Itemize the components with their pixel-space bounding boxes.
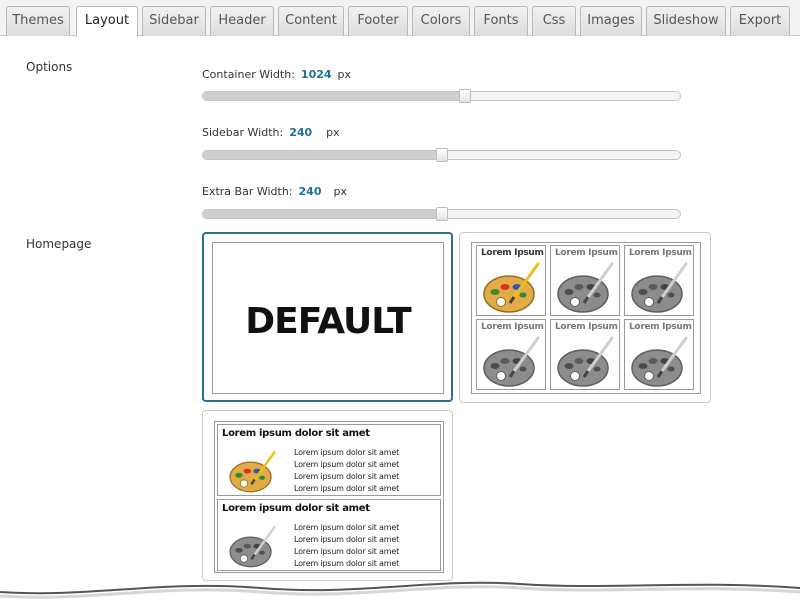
palette-gray-icon [631, 336, 688, 387]
list-row-line: Lorem ipsum dolor sit amet [294, 559, 400, 568]
slider-handle[interactable] [436, 207, 448, 221]
extra-bar-width-slider[interactable] [202, 207, 681, 221]
list-row-line: Lorem ipsum dolor sit amet [294, 472, 400, 481]
tab-slideshow[interactable]: Slideshow [646, 6, 726, 36]
default-layout-label: DEFAULT [245, 301, 411, 342]
sidebar-width-unit: px [326, 126, 340, 139]
list-row-title: Lorem ipsum dolor sit amet [222, 428, 370, 439]
tab-content[interactable]: Content [278, 6, 344, 36]
grid-cell: Lorem Ipsum [476, 319, 546, 390]
list-row: Lorem ipsum dolor sit amet Lorem ipsum d… [217, 424, 441, 496]
options-section-label: Options [26, 60, 73, 74]
list-row-line: Lorem ipsum dolor sit amet [294, 448, 400, 457]
palette-color-icon [483, 262, 540, 313]
list-row-line: Lorem ipsum dolor sit amet [294, 484, 400, 493]
tab-bar: Themes Layout Sidebar Header Content Foo… [0, 0, 800, 37]
sidebar-width-slider[interactable] [202, 148, 681, 162]
tab-themes[interactable]: Themes [6, 6, 70, 36]
tab-sidebar[interactable]: Sidebar [142, 6, 206, 36]
grid-layout-preview: Lorem Ipsum Lorem Ipsum Lorem Ipsum Lore… [471, 242, 701, 394]
container-width-field: Container Width: 1024 px [202, 68, 351, 81]
tab-header[interactable]: Header [210, 6, 274, 36]
slider-handle[interactable] [459, 89, 471, 103]
grid-cell-title: Lorem Ipsum [629, 248, 692, 258]
tab-layout[interactable]: Layout [76, 6, 138, 37]
grid-cell: Lorem Ipsum [624, 245, 694, 316]
palette-color-icon [229, 451, 276, 493]
grid-cell-title: Lorem Ipsum [555, 248, 618, 258]
default-layout-preview: DEFAULT [212, 242, 444, 394]
torn-edge-decoration [0, 581, 800, 608]
tab-colors[interactable]: Colors [412, 6, 470, 36]
slider-fill [203, 210, 442, 218]
grid-layout-option[interactable]: Lorem Ipsum Lorem Ipsum Lorem Ipsum Lore… [459, 232, 711, 403]
layout-settings-panel: Themes Layout Sidebar Header Content Foo… [0, 0, 800, 608]
grid-cell-title: Lorem Ipsum [481, 322, 544, 332]
list-row: Lorem ipsum dolor sit amet Lorem ipsum d… [217, 499, 441, 571]
extra-bar-width-value: 240 [298, 185, 322, 198]
palette-gray-icon [483, 336, 540, 387]
container-width-unit: px [337, 68, 352, 81]
palette-gray-icon [557, 336, 614, 387]
container-width-slider[interactable] [202, 89, 681, 103]
default-layout-option[interactable]: DEFAULT [202, 232, 453, 402]
container-width-label: Container Width: [202, 68, 295, 81]
grid-cell-title: Lorem Ipsum [629, 322, 692, 332]
list-row-text: Lorem ipsum dolor sit amet Lorem ipsum d… [294, 447, 399, 495]
sidebar-width-value: 240 [289, 126, 313, 139]
extra-bar-width-field: Extra Bar Width: 240 px [202, 185, 347, 198]
grid-cell: Lorem Ipsum [550, 245, 620, 316]
homepage-section-label: Homepage [26, 237, 92, 251]
list-row-line: Lorem ipsum dolor sit amet [294, 547, 400, 556]
list-layout-preview: Lorem ipsum dolor sit amet Lorem ipsum d… [214, 421, 444, 573]
palette-gray-icon [229, 526, 276, 568]
grid-cell: Lorem Ipsum [550, 319, 620, 390]
grid-cell-title: Lorem Ipsum [481, 248, 544, 258]
grid-cell-title: Lorem Ipsum [555, 322, 618, 332]
list-row-line: Lorem ipsum dolor sit amet [294, 523, 400, 532]
list-row-title: Lorem ipsum dolor sit amet [222, 503, 370, 514]
tab-css[interactable]: Css [532, 6, 576, 36]
grid-cell: Lorem Ipsum [624, 319, 694, 390]
extra-bar-width-label: Extra Bar Width: [202, 185, 293, 198]
slider-fill [203, 92, 465, 100]
tab-images[interactable]: Images [580, 6, 642, 36]
list-layout-option[interactable]: Lorem ipsum dolor sit amet Lorem ipsum d… [202, 410, 453, 581]
palette-gray-icon [631, 262, 688, 313]
tab-fonts[interactable]: Fonts [474, 6, 528, 36]
sidebar-width-field: Sidebar Width: 240 px [202, 126, 340, 139]
grid-cell: Lorem Ipsum [476, 245, 546, 316]
palette-gray-icon [557, 262, 614, 313]
slider-handle[interactable] [436, 148, 448, 162]
extra-bar-width-unit: px [333, 185, 347, 198]
tab-footer[interactable]: Footer [348, 6, 408, 36]
container-width-value: 1024 [300, 68, 332, 81]
list-row-text: Lorem ipsum dolor sit amet Lorem ipsum d… [294, 522, 399, 570]
sidebar-width-label: Sidebar Width: [202, 126, 284, 139]
tab-export[interactable]: Export [730, 6, 790, 36]
list-row-line: Lorem ipsum dolor sit amet [294, 535, 400, 544]
slider-fill [203, 151, 442, 159]
list-row-line: Lorem ipsum dolor sit amet [294, 460, 400, 469]
